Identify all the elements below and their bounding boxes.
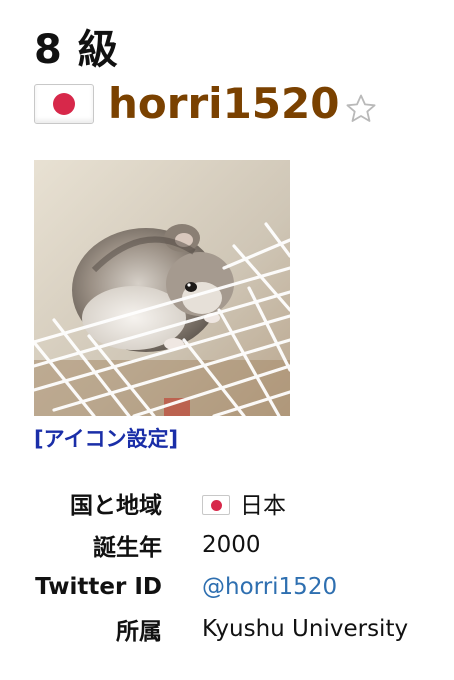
star-outline-icon[interactable] [345, 93, 377, 125]
username-link[interactable]: horri1520 [108, 78, 339, 130]
birth-year-label: 誕生年 [93, 535, 162, 561]
japan-flag-icon [34, 84, 94, 124]
country-label: 国と地域 [70, 493, 162, 519]
profile-info-table: 国と地域 日本 誕生年 2000 Twitter ID @horri1520 所… [30, 482, 408, 650]
info-row-affiliation: 所属 Kyushu University [30, 608, 408, 650]
twitter-value-cell: @horri1520 [202, 566, 408, 608]
hamster-avatar-image [34, 160, 290, 416]
birth-year-value: 2000 [202, 532, 261, 558]
country-value-cell: 日本 [202, 482, 408, 524]
info-row-country: 国と地域 日本 [30, 482, 408, 524]
info-row-twitter: Twitter ID @horri1520 [30, 566, 408, 608]
profile-page: 8 級 horri1520 [アイコン設定] 国と地域 日本 誕生年 2000 … [0, 0, 454, 680]
twitter-link[interactable]: @horri1520 [202, 574, 337, 600]
affiliation-label: 所属 [116, 619, 162, 645]
rank-heading: 8 級 [34, 27, 119, 73]
country-value: 日本 [240, 493, 286, 519]
twitter-label: Twitter ID [35, 574, 162, 600]
info-row-birth-year: 誕生年 2000 [30, 524, 408, 566]
affiliation-value: Kyushu University [202, 616, 409, 642]
user-line: horri1520 [34, 78, 377, 130]
icon-settings-link[interactable]: [アイコン設定] [34, 424, 178, 454]
japan-flag-icon [202, 495, 230, 515]
